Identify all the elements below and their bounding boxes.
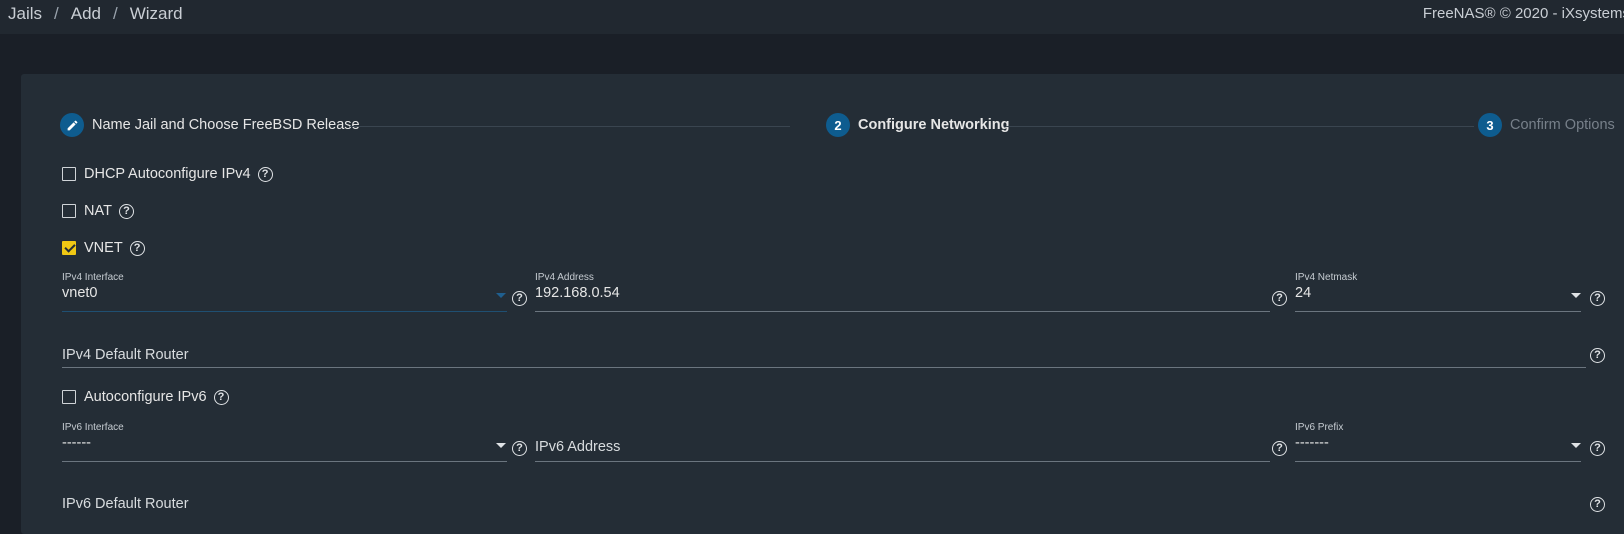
field-value: ------ — [62, 435, 91, 451]
chevron-down-icon — [496, 443, 506, 448]
step-connector — [1006, 126, 1474, 127]
field-label: IPv4 Address — [535, 272, 594, 283]
field-placeholder: IPv6 Address — [535, 439, 621, 455]
ipv4-interface-select[interactable]: IPv4 Interface vnet0 — [62, 272, 507, 312]
field-placeholder: IPv4 Default Router — [62, 347, 189, 363]
ipv4-netmask-select[interactable]: IPv4 Netmask 24 — [1295, 272, 1581, 312]
field-value: 192.168.0.54 — [535, 285, 620, 301]
help-icon[interactable]: ? — [512, 291, 527, 306]
chevron-down-icon — [496, 293, 506, 298]
ipv6-interface-select[interactable]: IPv6 Interface ------ — [62, 422, 507, 462]
field-value: 24 — [1295, 285, 1312, 301]
dhcp-autoconfigure-checkbox[interactable]: DHCP Autoconfigure IPv4 ? — [62, 164, 273, 184]
step-connector — [350, 126, 790, 127]
field-underline — [62, 461, 507, 462]
field-label: IPv6 Prefix — [1295, 422, 1344, 433]
help-icon[interactable]: ? — [1590, 497, 1605, 512]
step-number: 2 — [826, 113, 850, 137]
checkbox-label: VNET — [84, 240, 123, 256]
help-icon[interactable]: ? — [129, 240, 145, 256]
field-underline — [1295, 311, 1581, 312]
help-icon[interactable]: ? — [213, 389, 229, 405]
help-icon[interactable]: ? — [1272, 441, 1287, 456]
field-value: ------- — [1295, 435, 1329, 451]
field-value: vnet0 — [62, 285, 98, 301]
checkbox-checked[interactable] — [62, 241, 76, 255]
ipv6-default-router-input[interactable]: IPv6 Default Router — [62, 494, 1586, 518]
checkbox[interactable] — [62, 167, 76, 181]
top-bar: Jails / Add / Wizard FreeNAS® © 2020 - iXsys… — [0, 0, 1624, 34]
help-icon[interactable]: ? — [118, 203, 134, 219]
step-name-jail[interactable]: Name Jail and Choose FreeBSD Release — [60, 113, 360, 137]
help-icon[interactable]: ? — [1590, 441, 1605, 456]
help-icon[interactable]: ? — [1272, 291, 1287, 306]
step-label: Name Jail and Choose FreeBSD Release — [92, 117, 360, 133]
field-underline — [62, 311, 507, 312]
breadcrumb: Jails / Add / Wizard — [8, 4, 183, 24]
step-number: 3 — [1478, 113, 1502, 137]
help-icon[interactable]: ? — [512, 441, 527, 456]
vnet-checkbox[interactable]: VNET ? — [62, 238, 145, 258]
ipv6-address-input[interactable]: IPv6 Address — [535, 422, 1270, 462]
help-icon[interactable]: ? — [1590, 291, 1605, 306]
breadcrumb-separator: / — [113, 4, 118, 23]
field-label: IPv4 Interface — [62, 272, 124, 283]
checkbox[interactable] — [62, 204, 76, 218]
checkbox[interactable] — [62, 390, 76, 404]
checkbox-label: NAT — [84, 203, 112, 219]
ipv6-prefix-select[interactable]: IPv6 Prefix ------- — [1295, 422, 1581, 462]
step-configure-networking[interactable]: 2 Configure Networking — [826, 113, 1009, 137]
ipv4-default-router-input[interactable]: IPv4 Default Router — [62, 340, 1586, 368]
autoconfigure-ipv6-checkbox[interactable]: Autoconfigure IPv6 ? — [62, 387, 229, 407]
help-icon[interactable]: ? — [1590, 348, 1605, 363]
field-underline — [62, 367, 1586, 368]
ipv4-address-input[interactable]: IPv4 Address 192.168.0.54 — [535, 272, 1270, 312]
field-underline — [1295, 461, 1581, 462]
breadcrumb-separator: / — [54, 4, 59, 23]
copyright-text[interactable]: FreeNAS® © 2020 - iXsystems — [1423, 5, 1624, 22]
field-underline — [535, 461, 1270, 462]
step-confirm-options[interactable]: 3 Confirm Options — [1478, 113, 1615, 137]
field-label: IPv4 Netmask — [1295, 272, 1358, 283]
checkbox-label: DHCP Autoconfigure IPv4 — [84, 166, 251, 182]
field-underline — [535, 311, 1270, 312]
pencil-icon — [60, 113, 84, 137]
field-label: IPv6 Interface — [62, 422, 124, 433]
chevron-down-icon — [1571, 293, 1581, 298]
breadcrumb-jails[interactable]: Jails — [8, 4, 42, 24]
checkbox-label: Autoconfigure IPv6 — [84, 389, 207, 405]
breadcrumb-add[interactable]: Add — [71, 4, 101, 24]
help-icon[interactable]: ? — [257, 166, 273, 182]
step-label: Confirm Options — [1510, 117, 1615, 133]
step-label: Configure Networking — [858, 117, 1010, 133]
chevron-down-icon — [1571, 443, 1581, 448]
breadcrumb-wizard: Wizard — [129, 4, 183, 23]
field-placeholder: IPv6 Default Router — [62, 496, 189, 512]
nat-checkbox[interactable]: NAT ? — [62, 201, 134, 221]
